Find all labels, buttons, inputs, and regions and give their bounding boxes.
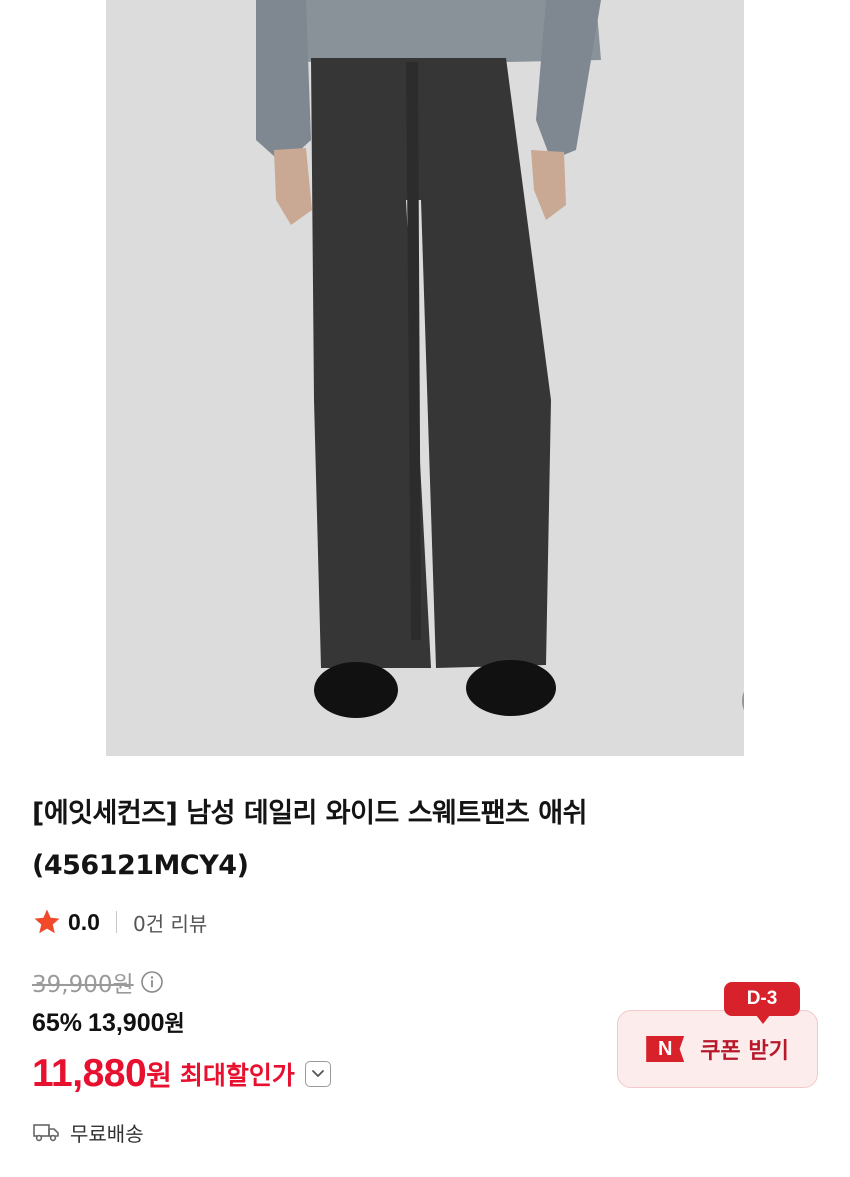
sale-price: 13,900 (88, 1009, 165, 1037)
max-discount-unit: 원 (146, 1059, 172, 1092)
sale-price-unit: 원 (164, 1012, 185, 1037)
original-price: 39,900원 (32, 972, 134, 998)
review-count-link[interactable]: 0건 리뷰 (133, 908, 207, 937)
rating-score: 0.0 (68, 908, 100, 935)
original-price-row: 39,900원 (32, 964, 164, 1000)
coupon-download-button[interactable]: N 쿠폰 받기 (617, 1010, 818, 1088)
max-discount-row[interactable]: 11,880 원 최대할인가 (32, 1048, 331, 1100)
shipping-label: 무료배송 (70, 1121, 144, 1146)
sale-price-row: 65% 13,900 원 (32, 1006, 185, 1046)
product-title-line1: [에잇세컨즈] 남성 데일리 와이드 스웨트팬츠 애쉬 (32, 798, 587, 829)
rating-row[interactable]: 0.0 0건 리뷰 (32, 902, 207, 942)
truck-icon (33, 1124, 59, 1142)
product-photo (106, 0, 744, 756)
info-icon[interactable] (140, 970, 164, 994)
chevron-down-icon[interactable] (304, 1061, 331, 1087)
star-icon (34, 909, 60, 934)
rating-divider (115, 911, 117, 933)
product-title: [에잇세컨즈] 남성 데일리 와이드 스웨트팬츠 애쉬 (456121MCY4) (32, 788, 792, 892)
naver-n-icon: N (646, 1036, 685, 1062)
product-image[interactable]: 1 / 9 (106, 0, 744, 756)
dday-badge: D-3 (724, 982, 800, 1024)
discount-rate: 65% (32, 1009, 83, 1037)
max-discount-price: 11,880 (32, 1052, 147, 1095)
product-title-line2: (456121MCY4) (32, 850, 249, 881)
coupon-label: 쿠폰 받기 (700, 1039, 789, 1064)
shipping-row: 무료배송 (32, 1114, 144, 1150)
max-discount-label: 최대할인가 (179, 1061, 295, 1090)
